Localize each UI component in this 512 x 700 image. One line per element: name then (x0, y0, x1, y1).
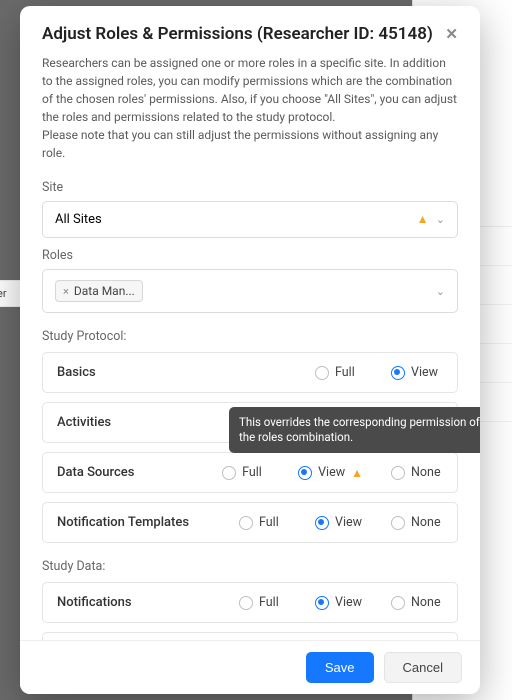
permission-option-view[interactable]: View (315, 595, 367, 610)
permission-option-view[interactable]: View (391, 365, 443, 380)
role-chip[interactable]: × Data Man... (55, 280, 143, 302)
radio-icon[interactable] (315, 596, 329, 610)
permission-name: Basics (57, 365, 207, 380)
warning-icon: ▲ (417, 212, 429, 226)
permission-row: Notification Templates Full View None (42, 502, 458, 543)
radio-icon[interactable] (222, 466, 236, 480)
permission-row: Data Sources Full View▲ None (42, 452, 458, 493)
modal-description: Researchers can be assigned one or more … (20, 48, 480, 166)
permission-option-view[interactable]: View (315, 515, 367, 530)
permission-option-full[interactable]: Full (239, 595, 291, 610)
save-button[interactable]: Save (306, 652, 374, 683)
override-tooltip: This overrides the corresponding permiss… (229, 407, 480, 453)
cancel-button[interactable]: Cancel (384, 652, 462, 683)
radio-icon[interactable] (391, 366, 405, 380)
site-label: Site (42, 180, 458, 195)
close-icon[interactable]: ✕ (445, 25, 458, 43)
roles-select[interactable]: × Data Man... ⌄ (42, 269, 458, 313)
permission-name: Data Sources (57, 465, 207, 480)
modal-body: Site All Sites ▲ ⌄ Roles × Data Man... ⌄… (20, 166, 480, 640)
roles-label: Roles (42, 248, 458, 263)
chevron-down-icon: ⌄ (436, 213, 445, 226)
radio-icon[interactable] (391, 466, 405, 480)
permission-name: Notification Templates (57, 515, 207, 530)
radio-icon[interactable] (391, 516, 405, 530)
permission-option-full[interactable]: Full (222, 465, 274, 480)
permission-row: ParticipationFullView▲None (42, 632, 458, 640)
radio-icon[interactable] (298, 466, 312, 480)
radio-icon[interactable] (315, 366, 329, 380)
permission-option-none[interactable]: None (391, 465, 443, 480)
roles-permissions-modal: Adjust Roles & Permissions (Researcher I… (20, 6, 480, 694)
modal-footer: Save Cancel (20, 640, 480, 694)
chip-remove-icon[interactable]: × (63, 285, 69, 298)
permission-option-none[interactable]: None (391, 515, 443, 530)
permission-option-full[interactable]: Full (315, 365, 367, 380)
chevron-down-icon: ⌄ (436, 285, 445, 298)
permission-name: Notifications (57, 595, 207, 610)
permission-option-full[interactable]: Full (239, 515, 291, 530)
permission-row: Notifications Full View None (42, 582, 458, 623)
site-value: All Sites (55, 212, 102, 227)
permission-row: Basics Full View (42, 352, 458, 393)
warning-icon: ▲ (351, 466, 363, 480)
modal-title: Adjust Roles & Permissions (Researcher I… (42, 24, 433, 44)
permission-row: ActivitiesFullViewNoneThis overrides the… (42, 402, 458, 443)
site-select[interactable]: All Sites ▲ ⌄ (42, 201, 458, 238)
study-protocol-heading: Study Protocol: (42, 329, 458, 344)
radio-icon[interactable] (239, 516, 253, 530)
radio-icon[interactable] (315, 516, 329, 530)
permission-option-none[interactable]: None (391, 595, 443, 610)
radio-icon[interactable] (239, 596, 253, 610)
study-data-heading: Study Data: (42, 559, 458, 574)
permission-name: Activities (57, 415, 207, 430)
permission-option-view[interactable]: View▲ (298, 465, 367, 480)
chip-label: Data Man... (74, 284, 135, 298)
radio-icon[interactable] (391, 596, 405, 610)
